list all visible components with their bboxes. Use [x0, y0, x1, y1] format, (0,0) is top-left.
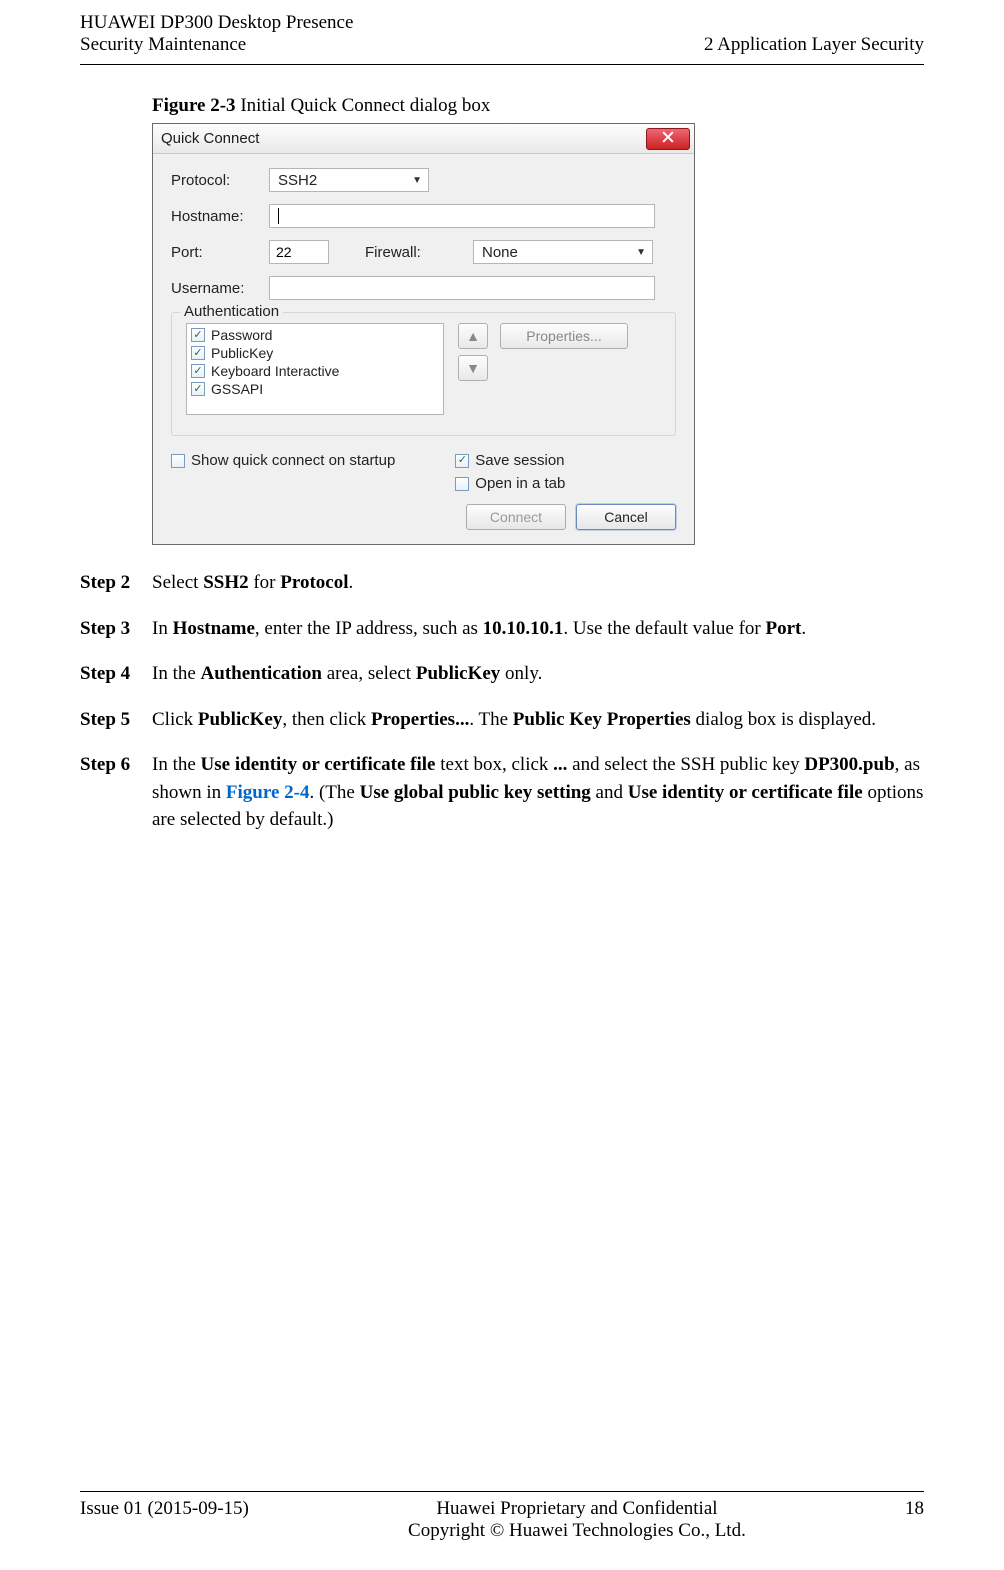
properties-button[interactable]: Properties... — [500, 323, 628, 349]
checkbox-icon: ✓ — [455, 477, 469, 491]
triangle-up-icon: ▲ — [466, 328, 480, 344]
checkbox-icon: ✓ — [191, 382, 205, 396]
username-label: Username: — [171, 280, 269, 297]
issue-text: Issue 01 (2015-09-15) — [80, 1498, 249, 1542]
quick-connect-dialog: Quick Connect Protocol: SSH2 ▼ Hostname:… — [152, 123, 695, 545]
step-2: Step 2 Select SSH2 for Protocol. — [80, 569, 924, 597]
page-number: 18 — [905, 1498, 924, 1542]
username-input[interactable] — [269, 276, 655, 300]
doc-title-1: HUAWEI DP300 Desktop Presence — [80, 12, 353, 34]
auth-item-keyboard[interactable]: ✓ Keyboard Interactive — [191, 362, 439, 380]
firewall-label: Firewall: — [365, 244, 463, 261]
copyright-text: Copyright © Huawei Technologies Co., Ltd… — [408, 1520, 746, 1542]
confidential-text: Huawei Proprietary and Confidential — [408, 1498, 746, 1520]
open-in-tab-checkbox[interactable]: ✓ Open in a tab — [455, 475, 565, 492]
text-caret — [278, 208, 279, 224]
dialog-title: Quick Connect — [161, 130, 259, 147]
auth-item-publickey[interactable]: ✓ PublicKey — [191, 344, 439, 362]
hostname-label: Hostname: — [171, 208, 269, 225]
move-up-button[interactable]: ▲ — [458, 323, 488, 349]
step-6: Step 6 In the Use identity or certificat… — [80, 751, 924, 834]
figure-caption: Figure 2-3 Initial Quick Connect dialog … — [152, 95, 1004, 117]
chevron-down-icon: ▼ — [636, 247, 646, 258]
save-session-checkbox[interactable]: ✓ Save session — [455, 452, 565, 469]
port-label: Port: — [171, 244, 269, 261]
header-rule — [80, 64, 924, 65]
checkbox-icon: ✓ — [455, 454, 469, 468]
footer-rule — [80, 1491, 924, 1492]
triangle-down-icon: ▼ — [466, 360, 480, 376]
firewall-dropdown[interactable]: None ▼ — [473, 240, 653, 264]
authentication-group-title: Authentication — [180, 303, 283, 320]
figure-label: Figure 2-3 — [152, 95, 236, 116]
chevron-down-icon: ▼ — [412, 175, 422, 186]
protocol-dropdown[interactable]: SSH2 ▼ — [269, 168, 429, 192]
protocol-value: SSH2 — [278, 172, 317, 189]
protocol-label: Protocol: — [171, 172, 269, 189]
figure-text: Initial Quick Connect dialog box — [236, 95, 491, 116]
close-icon — [662, 130, 674, 147]
show-on-startup-checkbox[interactable]: ✓ Show quick connect on startup — [171, 452, 395, 469]
step-3: Step 3 In Hostname, enter the IP address… — [80, 615, 924, 643]
steps-list: Step 2 Select SSH2 for Protocol. Step 3 … — [80, 569, 924, 834]
doc-title-2: Security Maintenance — [80, 34, 353, 56]
section-title: 2 Application Layer Security — [704, 12, 924, 56]
move-down-button[interactable]: ▼ — [458, 355, 488, 381]
figure-link[interactable]: Figure 2-4 — [226, 782, 310, 803]
auth-item-gssapi[interactable]: ✓ GSSAPI — [191, 380, 439, 398]
cancel-button[interactable]: Cancel — [576, 504, 676, 530]
checkbox-icon: ✓ — [191, 364, 205, 378]
firewall-value: None — [482, 244, 518, 261]
checkbox-icon: ✓ — [191, 346, 205, 360]
connect-button[interactable]: Connect — [466, 504, 566, 530]
step-5: Step 5 Click PublicKey, then click Prope… — [80, 706, 924, 734]
port-input[interactable] — [269, 240, 329, 264]
close-button[interactable] — [646, 128, 690, 150]
checkbox-icon: ✓ — [191, 328, 205, 342]
checkbox-icon: ✓ — [171, 454, 185, 468]
step-4: Step 4 In the Authentication area, selec… — [80, 660, 924, 688]
auth-item-password[interactable]: ✓ Password — [191, 326, 439, 344]
hostname-input[interactable] — [269, 204, 655, 228]
authentication-group: Authentication ✓ Password ✓ PublicKey ✓ … — [171, 312, 676, 436]
dialog-titlebar: Quick Connect — [153, 124, 694, 154]
page-header: HUAWEI DP300 Desktop Presence Security M… — [0, 0, 1004, 64]
page-footer: Issue 01 (2015-09-15) Huawei Proprietary… — [80, 1491, 924, 1542]
authentication-listbox[interactable]: ✓ Password ✓ PublicKey ✓ Keyboard Intera… — [186, 323, 444, 415]
